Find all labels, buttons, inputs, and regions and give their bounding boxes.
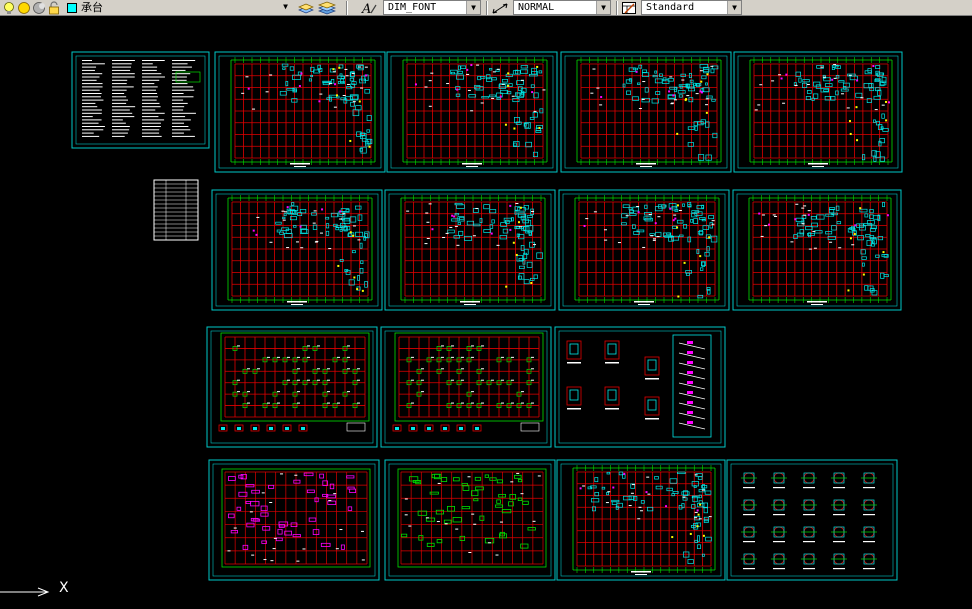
general-notes [82,60,201,137]
ucs-x-label: X [59,580,69,596]
toolbar-separator [486,1,488,15]
ucs-icon [0,587,50,597]
dim-style-combo[interactable]: NORMAL ▼ [513,0,611,15]
chevron-down-icon[interactable]: ▼ [727,1,741,14]
toolbar: 承台 ▼ A DIM_FONT ▼ NORMAL ▼ Standard ▼ [0,0,972,16]
chevron-down-icon[interactable]: ▼ [596,1,610,14]
layer-properties-icon[interactable] [298,1,314,15]
layer-combo-dropdown[interactable]: ▼ [180,0,292,15]
dim-style-value: NORMAL [518,2,555,13]
sheet-frame[interactable] [380,326,552,448]
sheet-frame[interactable] [733,51,903,173]
layer-name: 承台 [81,1,103,14]
beam-reinforcement-plan [221,468,371,568]
beam-reinforcement-plan [397,468,547,568]
text-style-icon[interactable]: A [360,1,378,15]
toolbar-separator [346,1,348,15]
text-style-combo[interactable]: DIM_FONT ▼ [383,0,481,15]
freeze-icon[interactable] [32,1,46,15]
floor-plan [749,57,893,167]
chevron-down-icon[interactable]: ▼ [279,0,292,13]
floor-plan [572,465,716,575]
foundation-plan [218,332,370,432]
floor-plan [227,195,373,305]
floor-plan [402,57,548,167]
lightbulb-icon[interactable] [2,1,16,15]
layers-icon[interactable] [318,1,336,15]
floor-plan [574,195,720,305]
table-style-value: Standard [646,2,695,13]
floor-plan [230,57,376,167]
joint-details [741,472,877,570]
floor-plan [748,195,892,305]
floor-plan [400,195,546,305]
floor-plan [576,57,722,167]
sheet-frame[interactable] [732,189,902,311]
drawing-canvas[interactable] [0,16,972,609]
toolbar-separator [616,1,618,15]
text-style-value: DIM_FONT [388,2,437,13]
drawing-sheets [71,51,903,581]
sheet-frame[interactable] [211,189,383,311]
chevron-down-icon[interactable]: ▼ [466,1,480,14]
drawing-list-table [153,179,199,241]
sun-icon[interactable] [17,1,31,15]
foundation-plan [392,332,544,432]
table-style-combo[interactable]: Standard ▼ [641,0,742,15]
svg-text:A: A [361,2,371,15]
dim-style-icon[interactable] [491,1,509,15]
table-style-icon[interactable] [621,1,637,15]
sheet-frame[interactable] [206,326,378,448]
sheet-frame[interactable] [384,189,556,311]
layer-combo[interactable]: 承台 [59,0,179,16]
sheet-frame[interactable] [384,459,556,581]
color-swatch-icon [67,3,77,13]
detail-drawings [566,334,712,438]
